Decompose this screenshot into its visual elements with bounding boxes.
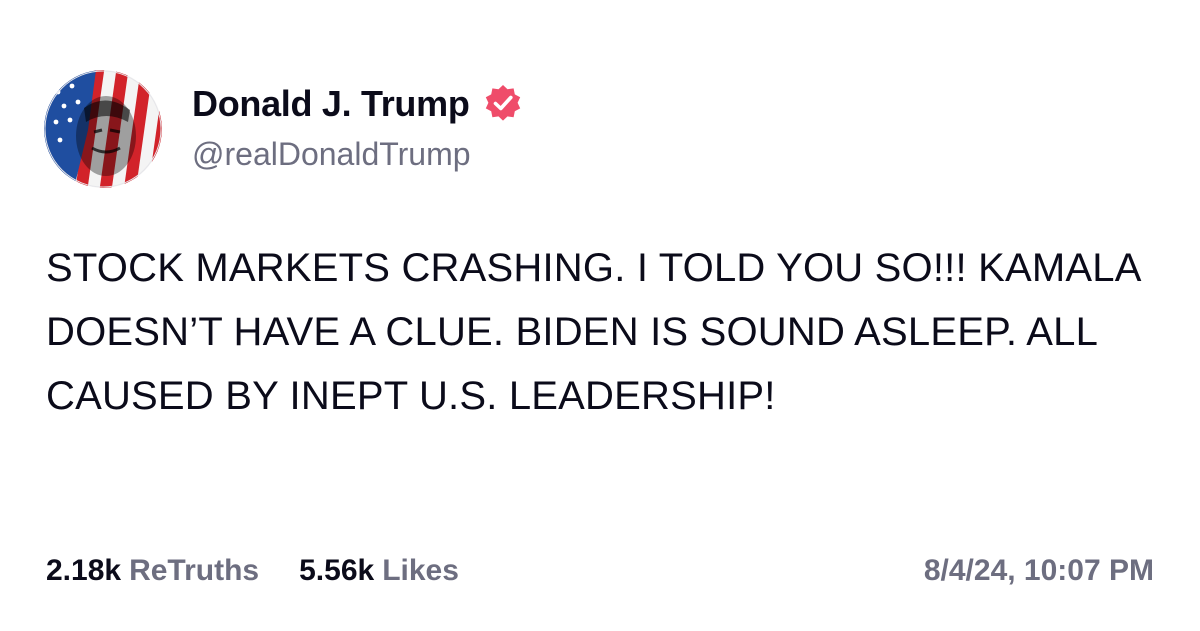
retruths-count: 2.18k xyxy=(46,554,122,587)
likes-count: 5.56k xyxy=(299,554,375,587)
truth-post: Donald J. Trump @realDonaldTrump STOCK M… xyxy=(0,0,1200,631)
author-handle[interactable]: @realDonaldTrump xyxy=(192,138,471,170)
avatar[interactable] xyxy=(44,70,162,188)
post-body: STOCK MARKETS CRASHING. I TOLD YOU SO!!!… xyxy=(46,246,1140,418)
display-name[interactable]: Donald J. Trump xyxy=(192,86,470,122)
likes-stat[interactable]: 5.56k Likes xyxy=(299,556,459,586)
avatar-image xyxy=(44,70,162,188)
retruths-stat[interactable]: 2.18k ReTruths xyxy=(46,556,259,586)
likes-label: Likes xyxy=(382,554,459,587)
verified-badge-icon xyxy=(482,83,524,125)
engagement-stats: 2.18k ReTruths 5.56k Likes xyxy=(46,556,499,586)
post-timestamp: 8/4/24, 10:07 PM xyxy=(923,554,1154,587)
author-name-row: Donald J. Trump xyxy=(192,80,524,128)
retruths-label: ReTruths xyxy=(129,554,260,587)
